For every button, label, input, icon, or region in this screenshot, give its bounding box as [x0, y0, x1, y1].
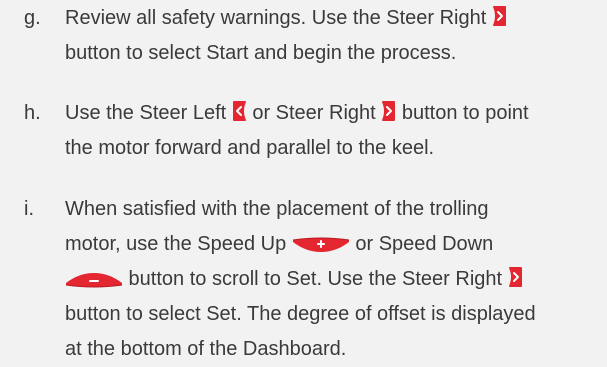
text-segment: button to select Set. The degree of offs… [65, 303, 536, 325]
speed-down-icon [65, 272, 123, 288]
step-text-line: the motor forward and parallel to the ke… [65, 131, 607, 166]
steer-right-icon [381, 100, 396, 122]
text-segment: Use the Steer Left [65, 102, 232, 124]
step-text: Use the Steer Left or Steer Right button… [65, 96, 607, 166]
step-text: When satisfied with the placement of the… [65, 192, 607, 367]
speed-up-icon [292, 237, 350, 253]
step-text-line: at the bottom of the Dashboard. [65, 332, 607, 367]
text-segment: at the bottom of the Dashboard. [65, 338, 347, 360]
step-letter: i. [24, 198, 34, 220]
text-segment: Review all safety warnings. Use the Stee… [65, 7, 492, 29]
step-letter: g. [24, 7, 41, 29]
text-segment: button to scroll to Set. Use the Steer R… [123, 268, 508, 290]
steer-right-icon [492, 5, 507, 27]
text-segment: or Steer Right [246, 102, 382, 124]
step-text-line: button to scroll to Set. Use the Steer R… [65, 262, 607, 297]
text-segment: When satisfied with the placement of the… [65, 198, 489, 220]
steer-right-icon [508, 266, 523, 288]
step-text-line: Use the Steer Left or Steer Right button… [65, 96, 607, 131]
step-text-line: button to select Start and begin the pro… [65, 36, 607, 71]
text-segment: button to point [396, 102, 529, 124]
text-segment: button to select Start and begin the pro… [65, 42, 457, 64]
step-text-line: button to select Set. The degree of offs… [65, 297, 607, 332]
step-letter: h. [24, 102, 41, 124]
text-segment: or Speed Down [349, 233, 494, 255]
step-text-line: When satisfied with the placement of the… [65, 192, 607, 227]
steer-left-icon [232, 100, 247, 122]
text-segment: motor, use the Speed Up [65, 233, 292, 255]
step-text-line: Review all safety warnings. Use the Stee… [65, 1, 607, 36]
step-text-line: motor, use the Speed Up or Speed Down [65, 227, 607, 262]
step-text: Review all safety warnings. Use the Stee… [65, 1, 607, 71]
text-segment: the motor forward and parallel to the ke… [65, 137, 435, 159]
